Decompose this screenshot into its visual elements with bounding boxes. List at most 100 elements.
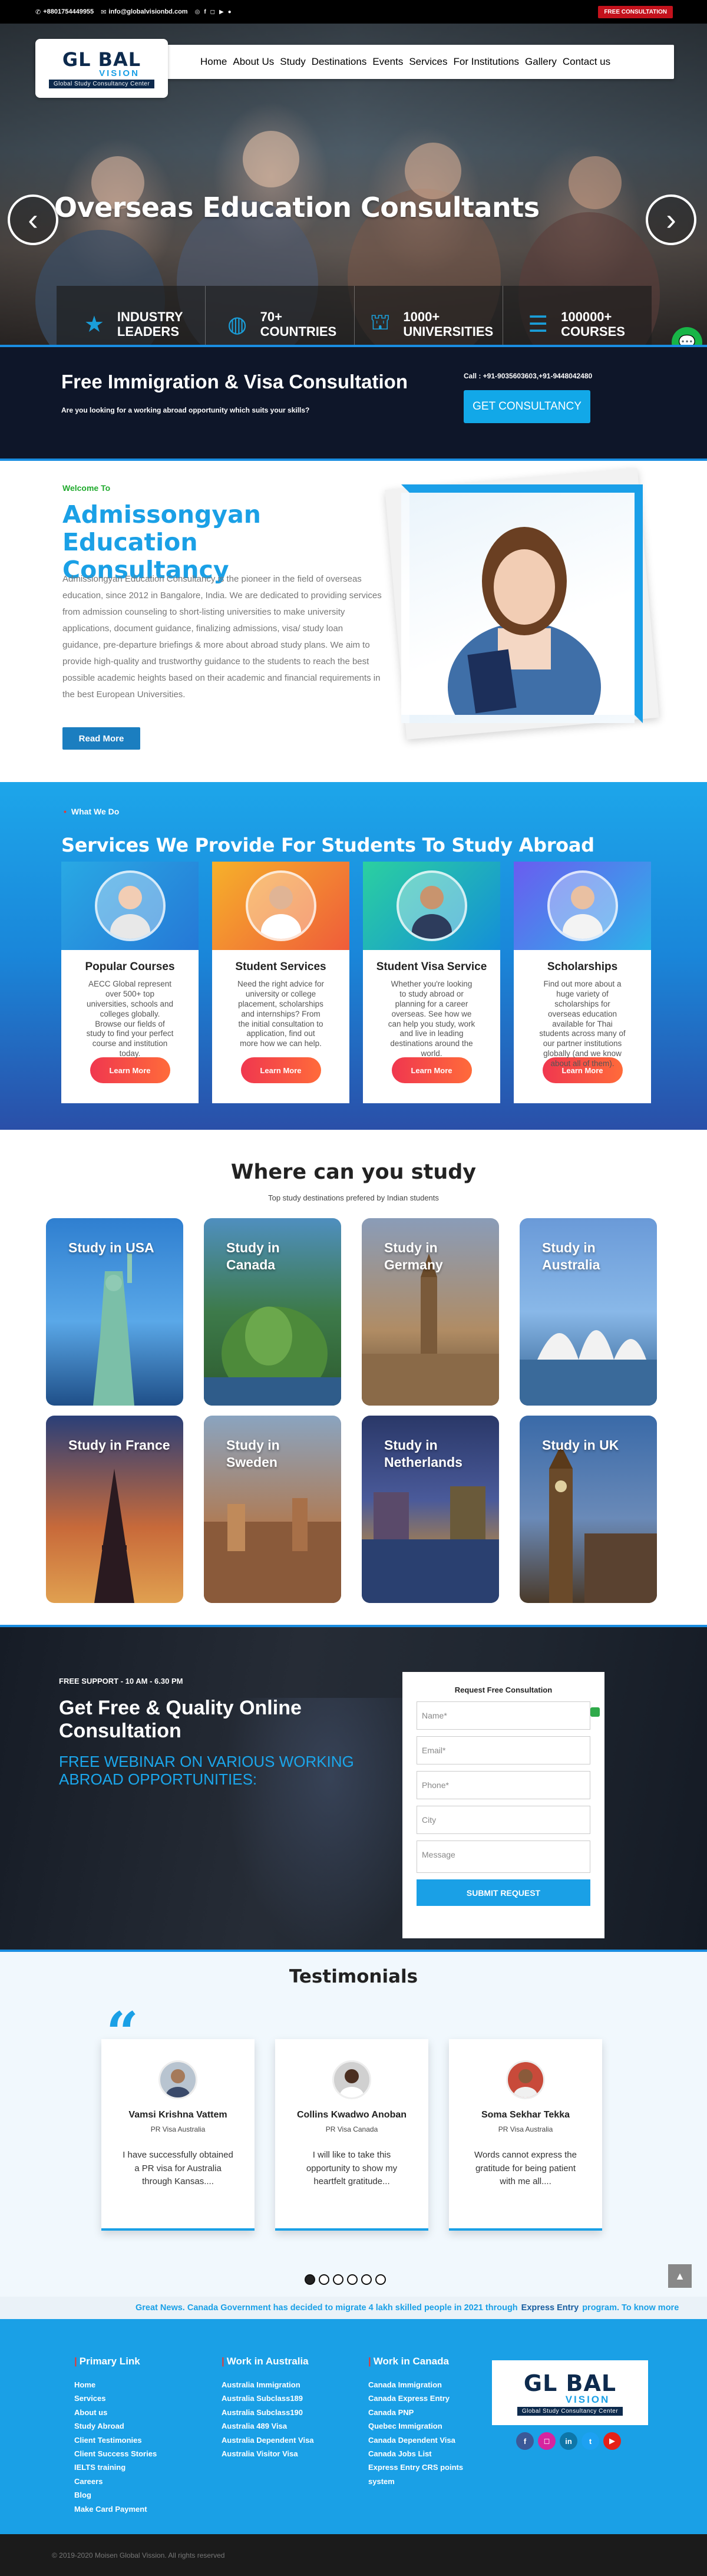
nav-events[interactable]: Events — [372, 56, 403, 68]
testimonial-text: Words cannot express the gratitude for b… — [474, 2150, 577, 2186]
twitter-icon[interactable]: t — [582, 2432, 599, 2450]
footer-link[interactable]: Australia Visitor Visa — [222, 2447, 314, 2460]
nav-destinations[interactable]: Destinations — [312, 56, 367, 68]
learn-more-button[interactable]: Learn More — [240, 1057, 321, 1083]
message-field[interactable]: Message — [417, 1841, 590, 1873]
carousel-dot[interactable] — [319, 2274, 329, 2285]
facebook-icon[interactable]: f — [204, 9, 206, 15]
whatsapp-icon[interactable]: ◎ — [195, 9, 200, 15]
testimonial-role: PR Visa Canada — [325, 2125, 378, 2133]
destination-card-sweden[interactable]: Study in Sweden — [204, 1416, 341, 1603]
learn-more-button[interactable]: Learn More — [391, 1057, 472, 1083]
destination-card-australia[interactable]: Study in Australia — [520, 1218, 657, 1406]
nav-institutions[interactable]: For Institutions — [454, 56, 520, 68]
footer-link[interactable]: Client Testimonies — [74, 2433, 157, 2447]
carousel-dot[interactable] — [333, 2274, 343, 2285]
youtube-icon[interactable]: ▶ — [219, 9, 224, 15]
submit-request-button[interactable]: SUBMIT REQUEST — [417, 1879, 590, 1906]
footer-link[interactable]: system — [368, 2475, 463, 2488]
footer-link[interactable]: Make Card Payment — [74, 2502, 157, 2516]
express-entry-link[interactable]: Express Entry — [521, 2303, 579, 2313]
footer-link[interactable]: Australia Immigration — [222, 2378, 314, 2392]
destination-card-canada[interactable]: Study in Canada — [204, 1218, 341, 1406]
service-card-title: Student Visa Service — [376, 961, 487, 973]
form-title: Request Free Consultation — [454, 1686, 553, 1694]
footer-link[interactable]: Canada Jobs List — [368, 2447, 463, 2460]
instagram-icon[interactable]: ◻ — [210, 9, 215, 15]
phone-field[interactable]: Phone* — [417, 1771, 590, 1799]
footer-link[interactable]: Australia Subclass190 — [222, 2406, 314, 2419]
footer-link[interactable]: Canada Express Entry — [368, 2392, 463, 2405]
testimonial-role: PR Visa Australia — [498, 2125, 553, 2133]
youtube-icon[interactable]: ▶ — [603, 2432, 621, 2450]
service-card-image — [61, 862, 199, 950]
slider-prev-arrow-icon[interactable]: ‹ — [8, 194, 58, 245]
footer-logo[interactable]: GL BAL VISION Global Study Consultancy C… — [492, 2360, 648, 2425]
footer-link[interactable]: Home — [74, 2378, 157, 2392]
instagram-icon[interactable]: ◻ — [538, 2432, 556, 2450]
service-card-title: Popular Courses — [85, 961, 175, 973]
service-card-image — [514, 862, 651, 950]
nav-about[interactable]: About Us — [233, 56, 274, 68]
footer-link[interactable]: Careers — [74, 2475, 157, 2488]
student-photo — [385, 468, 659, 740]
study-title: Where can you study — [230, 1160, 477, 1184]
call-numbers: Call : +91-9035603603,+91-9448042480 — [464, 372, 593, 380]
destination-card-germany[interactable]: Study in Germany — [362, 1218, 499, 1406]
footer-link[interactable]: Australia Subclass189 — [222, 2392, 314, 2405]
footer-link[interactable]: Canada Immigration — [368, 2378, 463, 2392]
footer-link[interactable]: Client Success Stories — [74, 2447, 157, 2460]
read-more-button[interactable]: Read More — [62, 727, 140, 750]
slider-next-arrow-icon[interactable]: › — [646, 194, 696, 245]
nav-gallery[interactable]: Gallery — [525, 56, 557, 68]
footer-link[interactable]: Australia Dependent Visa — [222, 2433, 314, 2447]
avatar — [506, 2060, 545, 2099]
footer-link[interactable]: IELTS training — [74, 2460, 157, 2474]
footer-link[interactable]: Services — [74, 2392, 157, 2405]
footer-link[interactable]: Study Abroad — [74, 2419, 157, 2433]
destination-card-netherlands[interactable]: Study in Netherlands — [362, 1416, 499, 1603]
email-field[interactable]: Email* — [417, 1736, 590, 1764]
nav-services[interactable]: Services — [409, 56, 447, 68]
linkedin-icon[interactable]: in — [560, 2432, 577, 2450]
learn-more-button[interactable]: Learn More — [90, 1057, 170, 1083]
nav-study[interactable]: Study — [280, 56, 305, 68]
destination-card-usa[interactable]: Study in USA — [46, 1218, 183, 1406]
footer-primary-links: Primary Link Home Services About us Stud… — [74, 2356, 157, 2516]
destination-card-france[interactable]: Study in France — [46, 1416, 183, 1603]
study-destinations-section: Where can you study Top study destinatio… — [0, 1130, 707, 1625]
nav-contact[interactable]: Contact us — [563, 56, 610, 68]
webinar-section: FREE SUPPORT - 10 AM - 6.30 PM Get Free … — [0, 1625, 707, 1952]
phone-contact[interactable]: ✆ +8801754449955 — [35, 8, 94, 16]
testimonials-section: Testimonials “ Vamsi Krishna Vattem PR V… — [0, 1952, 707, 2297]
carousel-dot[interactable] — [305, 2274, 315, 2285]
facebook-icon[interactable]: f — [516, 2432, 534, 2450]
footer-link[interactable]: Express Entry CRS points — [368, 2460, 463, 2474]
carousel-dot[interactable] — [361, 2274, 372, 2285]
footer-link[interactable]: Canada Dependent Visa — [368, 2433, 463, 2447]
location-icon[interactable]: ● — [228, 9, 232, 15]
get-consultancy-button[interactable]: GET CONSULTANCY — [464, 390, 590, 423]
footer-link[interactable]: Canada PNP — [368, 2406, 463, 2419]
testimonial-card: Collins Kwadwo Anoban PR Visa Canada I w… — [275, 2039, 428, 2231]
main-navbar: GL BAL VISION Global Study Consultancy C… — [35, 39, 674, 98]
free-consultation-button[interactable]: FREE CONSULTATION — [598, 6, 673, 18]
email-contact[interactable]: ✉ info@globalvisionbd.com — [101, 8, 187, 16]
testimonial-text: I will like to take this opportunity to … — [306, 2150, 398, 2186]
service-card: Student Services Need the right advice f… — [212, 862, 349, 1103]
name-field[interactable]: Name* — [417, 1701, 590, 1730]
footer-link[interactable]: Quebec Immigration — [368, 2419, 463, 2433]
site-logo[interactable]: GL BAL VISION Global Study Consultancy C… — [35, 39, 168, 98]
scroll-to-top-icon[interactable]: ▲ — [668, 2264, 692, 2288]
footer-link[interactable]: Australia 489 Visa — [222, 2419, 314, 2433]
service-card-image — [363, 862, 500, 950]
nav-home[interactable]: Home — [200, 56, 227, 68]
footer-link[interactable]: About us — [74, 2406, 157, 2419]
avatar — [332, 2060, 371, 2099]
books-icon: ☰ — [528, 312, 549, 337]
city-field[interactable]: City — [417, 1806, 590, 1834]
footer-link[interactable]: Blog — [74, 2488, 157, 2502]
destination-card-uk[interactable]: Study in UK — [520, 1416, 657, 1603]
carousel-dot[interactable] — [375, 2274, 386, 2285]
carousel-dot[interactable] — [347, 2274, 358, 2285]
